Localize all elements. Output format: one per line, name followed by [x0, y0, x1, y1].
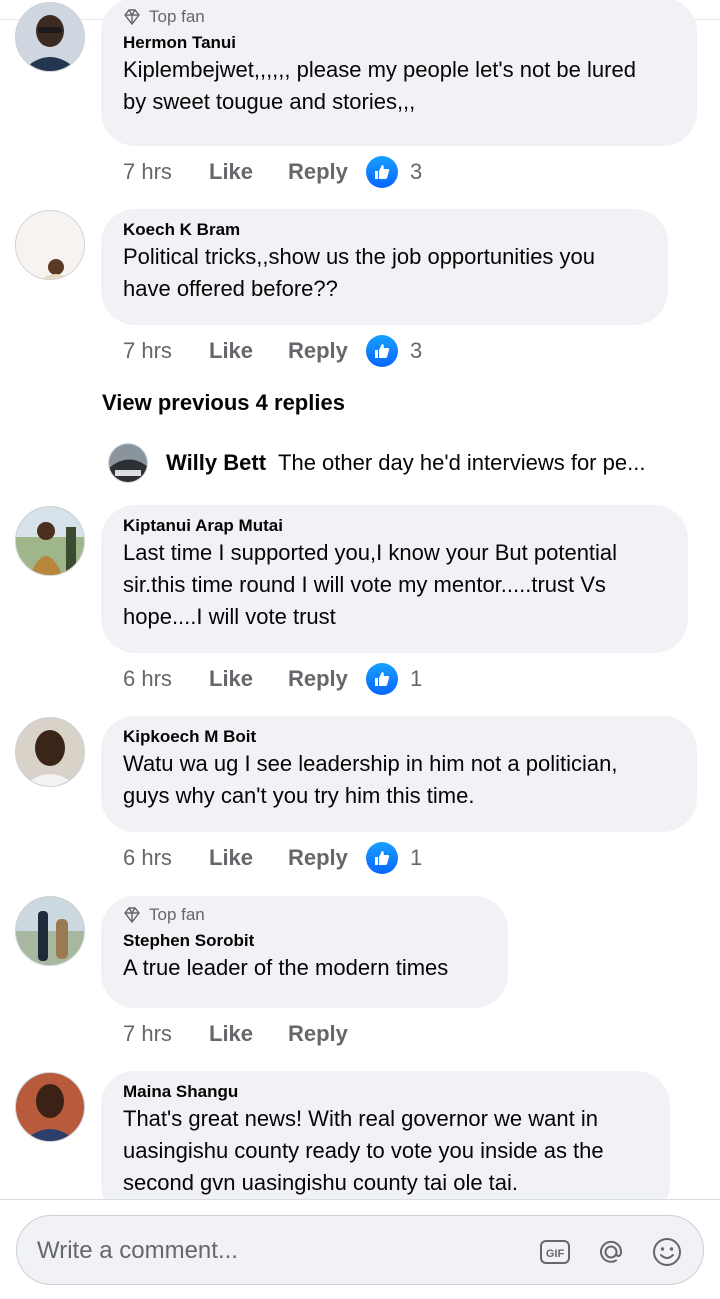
reaction-summary[interactable]: 3 [366, 335, 422, 367]
like-button[interactable]: Like [209, 159, 288, 185]
comment-text-line: Political tricks,,show us the job opport… [123, 244, 596, 269]
comment-time[interactable]: 7 hrs [123, 1021, 209, 1047]
comment-actions: 6 hrs Like Reply 1 [123, 840, 422, 876]
avatar[interactable] [15, 1072, 85, 1142]
avatar[interactable] [15, 717, 85, 787]
thumbs-up-icon [366, 335, 398, 367]
reply-button[interactable]: Reply [288, 159, 366, 185]
comment-actions: 6 hrs Like Reply 1 [123, 661, 422, 697]
avatar[interactable] [15, 506, 85, 576]
reply-button[interactable]: Reply [288, 666, 366, 692]
gif-icon[interactable]: GIF [539, 1236, 571, 1268]
like-button[interactable]: Like [209, 1021, 288, 1047]
reaction-count: 1 [410, 666, 423, 691]
diamond-icon [124, 9, 140, 26]
comment-author[interactable]: Kipkoech M Boit [123, 726, 675, 748]
reaction-summary[interactable]: 1 [366, 663, 422, 695]
reply-button[interactable]: Reply [288, 845, 366, 871]
reply-author[interactable]: Willy Bett [166, 450, 266, 476]
comment-bubble: Kiptanui Arap Mutai Last time I supporte… [101, 505, 688, 653]
comment-text-line: uasingishu county ready to vote you insi… [123, 1138, 604, 1163]
reply-button[interactable]: Reply [288, 338, 366, 364]
thumbs-up-icon [366, 156, 398, 188]
comment-text-line: guys why can't you try him this time. [123, 783, 475, 808]
comment-text-line: sir.this time round I will vote my mento… [123, 572, 606, 597]
avatar[interactable] [15, 2, 85, 72]
comment-input[interactable] [35, 1232, 509, 1270]
avatar[interactable] [108, 443, 148, 483]
reaction-count: 1 [410, 845, 423, 870]
comment-text-line: Kiplembejwet,,,,,, please my people let'… [123, 57, 636, 82]
svg-text:GIF: GIF [546, 1248, 565, 1260]
mention-icon[interactable] [595, 1236, 627, 1268]
reply-preview[interactable]: Willy Bett The other day he'd interviews… [108, 443, 645, 483]
comment-text-line: That's great news! With real governor we… [123, 1106, 598, 1131]
like-button[interactable]: Like [209, 338, 288, 364]
top-fan-label: Top fan [149, 905, 205, 924]
comment-time[interactable]: 7 hrs [123, 159, 209, 185]
diamond-icon [124, 907, 140, 924]
avatar[interactable] [15, 896, 85, 966]
comment-text-line: have offered before?? [123, 276, 338, 301]
reply-snippet: The other day he'd interviews for pe... [278, 450, 646, 475]
emoji-icon[interactable] [651, 1236, 683, 1268]
comment-time[interactable]: 7 hrs [123, 338, 209, 364]
top-fan-badge: Top fan [123, 906, 486, 924]
comment-author[interactable]: Hermon Tanui [123, 32, 675, 54]
top-fan-badge: Top fan [123, 8, 675, 26]
top-fan-label: Top fan [149, 7, 205, 26]
comment-text-line: A true leader of the modern times [123, 955, 449, 980]
comments-list[interactable]: Top fan Hermon Tanui Kiplembejwet,,,,,, … [0, 0, 720, 1199]
comment-bubble: Top fan Hermon Tanui Kiplembejwet,,,,,, … [101, 0, 697, 146]
thumbs-up-icon [366, 842, 398, 874]
comment-composer[interactable]: GIF [16, 1215, 704, 1285]
comment-actions: 7 hrs Like Reply [123, 1016, 366, 1052]
reply-button[interactable]: Reply [288, 1021, 366, 1047]
view-previous-replies-link[interactable]: View previous 4 replies [102, 390, 345, 416]
comment-text-line: Last time I supported you,I know your Bu… [123, 540, 618, 565]
reaction-summary[interactable]: 1 [366, 842, 422, 874]
comment-text-line: hope....I will vote trust [123, 604, 336, 629]
comment-time[interactable]: 6 hrs [123, 845, 209, 871]
like-button[interactable]: Like [209, 845, 288, 871]
comment-composer-bar: GIF [0, 1199, 720, 1299]
comment-actions: 7 hrs Like Reply 3 [123, 154, 422, 190]
thumbs-up-icon [366, 663, 398, 695]
comment-bubble: Top fan Stephen Sorobit A true leader of… [101, 896, 508, 1008]
comment-time[interactable]: 6 hrs [123, 666, 209, 692]
comment-author[interactable]: Maina Shangu [123, 1081, 648, 1103]
comment-bubble: Kipkoech M Boit Watu wa ug I see leaders… [101, 716, 697, 832]
comment-text-line: second gvn uasingishu county tai ole tai… [123, 1170, 519, 1195]
comment-text-line: Watu wa ug I see leadership in him not a… [123, 751, 618, 776]
reaction-summary[interactable]: 3 [366, 156, 422, 188]
reaction-count: 3 [410, 159, 423, 184]
comment-text-line: by sweet tougue and stories,,, [123, 89, 416, 114]
comment-author[interactable]: Kiptanui Arap Mutai [123, 515, 666, 537]
comment-bubble: Maina Shangu That's great news! With rea… [101, 1071, 670, 1199]
comment-author[interactable]: Koech K Bram [123, 219, 646, 241]
reaction-count: 3 [410, 338, 423, 363]
like-button[interactable]: Like [209, 666, 288, 692]
comment-author[interactable]: Stephen Sorobit [123, 930, 486, 952]
comment-actions: 7 hrs Like Reply 3 [123, 333, 422, 369]
comment-bubble: Koech K Bram Political tricks,,show us t… [101, 209, 668, 325]
avatar[interactable] [15, 210, 85, 280]
